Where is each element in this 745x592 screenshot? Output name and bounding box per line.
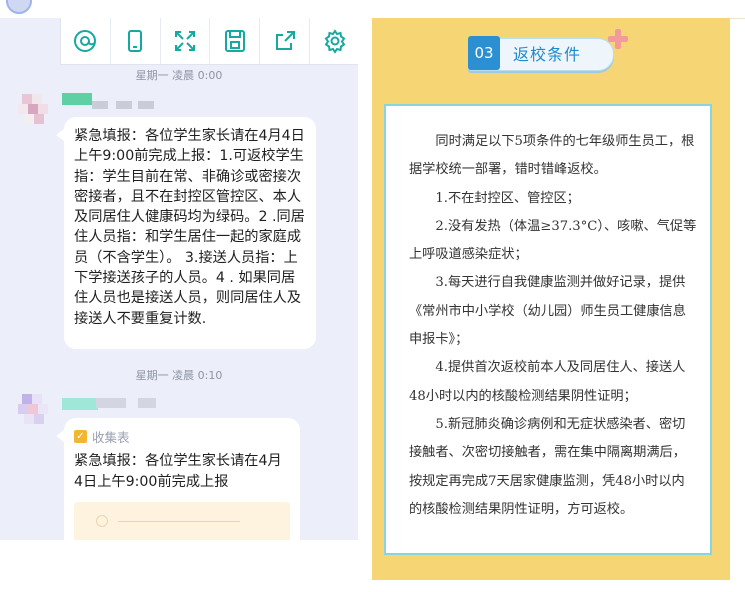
share-icon[interactable] — [260, 18, 311, 64]
sender-name-blur — [96, 398, 156, 408]
timestamp: 星期一 凌晨 0:10 — [135, 369, 223, 382]
phone-icon[interactable] — [111, 18, 161, 64]
toolbar — [60, 18, 358, 65]
sender-name-blur — [92, 101, 154, 109]
at-circle-icon[interactable] — [61, 18, 111, 64]
condition-item: 1.不在封控区、管控区； — [435, 190, 580, 206]
message-bubble[interactable]: 紧急填报：各位学生家长请在4月4日上午9:00前完成上报：1.可返校学生指：学生… — [56, 117, 316, 349]
settings-gear-icon[interactable] — [310, 18, 358, 64]
sender-name — [62, 93, 92, 105]
save-floppy-icon[interactable] — [210, 18, 261, 64]
section-title: 返校条件 — [513, 45, 582, 64]
collect-form-label: 收集表 — [92, 429, 130, 445]
condition-item: 5.新冠肺炎确诊病例和无症状感染者、密切接触者、次密切接触者，需在集中隔离期满后… — [409, 416, 686, 517]
section-number: 03 — [468, 36, 500, 70]
top-strip — [0, 0, 358, 18]
sender-name — [62, 398, 98, 410]
conditions-text: 同时满足以下5项条件的七年级师生员工，根据学校统一部署，错时错峰返校。 1.不在… — [409, 128, 697, 524]
condition-item: 2.没有发热（体温≥37.3°C）、咳嗽、气促等上呼吸道感染症状； — [409, 218, 697, 263]
radio-circle-icon — [96, 515, 108, 527]
form-preview[interactable] — [74, 502, 290, 540]
section-title-badge: 03 返校条件 — [468, 36, 614, 74]
sender-avatar — [18, 94, 58, 134]
condition-item: 4.提供首次返校前本人及同居住人、接送人48小时以内的核酸检测结果阴性证明； — [409, 360, 686, 404]
fullscreen-icon[interactable] — [161, 18, 211, 64]
timestamp: 星期一 凌晨 0:00 — [135, 69, 223, 82]
intro-paragraph: 同时满足以下5项条件的七年级师生员工，根据学校统一部署，错时错峰返校。 — [409, 134, 695, 178]
checkbox-icon: ✓ — [74, 429, 87, 443]
collect-form-tag: ✓ 收集表 — [74, 427, 290, 445]
condition-item: 3.每天进行自我健康监测并做好记录，提供《常州市中小学校（幼儿园）师生员工健康信… — [409, 275, 686, 348]
plus-icon — [608, 29, 628, 49]
collect-form-card[interactable]: ✓ 收集表 紧急填报：各位学生家长请在4月4日上午9:00前完成上报 — [56, 418, 300, 540]
message-text: 紧急填报：各位学生家长请在4月4日上午9:00前完成上报 — [74, 453, 282, 490]
sender-avatar — [18, 394, 58, 434]
message-text: 紧急填报：各位学生家长请在4月4日上午9:00前完成上报：1.可返校学生指：学生… — [74, 128, 305, 327]
chat-panel: 星期一 凌晨 0:00 紧急填报：各位学生家长请在4月4日上午9:00前完成上报… — [0, 0, 358, 540]
form-line — [118, 521, 240, 522]
conditions-card: 同时满足以下5项条件的七年级师生员工，根据学校统一部署，错时错峰返校。 1.不在… — [384, 104, 712, 555]
